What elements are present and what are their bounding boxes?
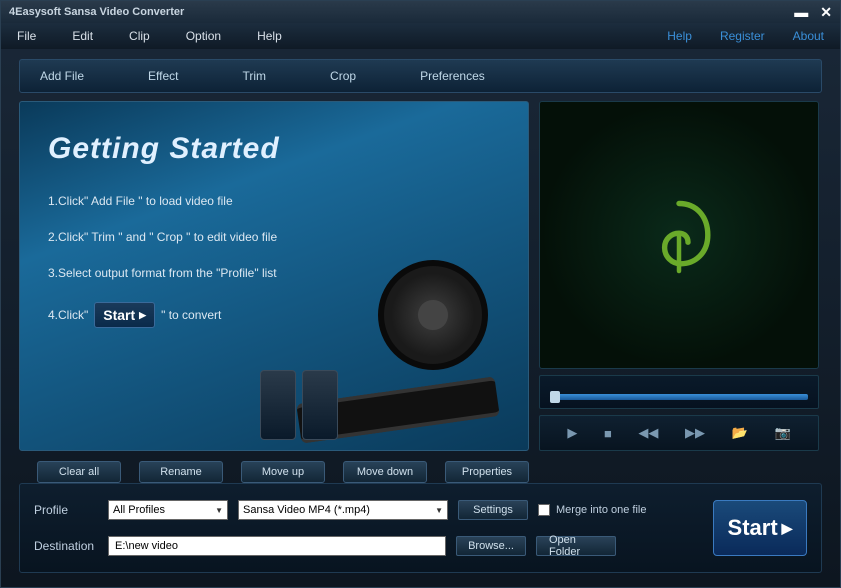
menu-help[interactable]: Help [257, 29, 282, 43]
getting-started-panel: Getting Started 1.Click" Add File " to l… [19, 101, 529, 451]
open-folder-button[interactable]: Open Folder [536, 536, 616, 556]
toolbar: Add File Effect Trim Crop Preferences [19, 59, 822, 93]
rename-button[interactable]: Rename [139, 461, 223, 483]
link-register[interactable]: Register [720, 29, 765, 43]
destination-field[interactable]: E:\new video [108, 536, 446, 556]
preview-screen [539, 101, 819, 369]
progress-thumb[interactable] [550, 391, 560, 403]
bottom-panel: Profile All Profiles Sansa Video MP4 (*.… [19, 483, 822, 573]
titlebar: 4Easysoft Sansa Video Converter ▬ ✕ [1, 1, 840, 23]
browse-button[interactable]: Browse... [456, 536, 526, 556]
clear-all-button[interactable]: Clear all [37, 461, 121, 483]
merge-label: Merge into one file [556, 504, 647, 516]
toolbar-crop[interactable]: Crop [330, 69, 356, 83]
destination-label: Destination [34, 539, 98, 553]
start-button[interactable]: Start [713, 500, 807, 556]
preview-panel: ▶ ■ ◀◀ ▶▶ 📂 📷 [539, 101, 819, 451]
app-window: 4Easysoft Sansa Video Converter ▬ ✕ File… [0, 0, 841, 588]
stop-icon[interactable]: ■ [604, 426, 612, 441]
toolbar-effect[interactable]: Effect [148, 69, 178, 83]
merge-checkbox-wrap[interactable]: Merge into one file [538, 504, 647, 516]
close-icon[interactable]: ✕ [820, 4, 832, 21]
menubar: File Edit Clip Option Help Help Register… [1, 23, 840, 49]
prev-icon[interactable]: ◀◀ [638, 425, 658, 441]
player-controls: ▶ ■ ◀◀ ▶▶ 📂 📷 [539, 415, 819, 451]
start-inline-button[interactable]: Start [94, 302, 155, 328]
properties-button[interactable]: Properties [445, 461, 529, 483]
progress-slider[interactable] [550, 394, 808, 400]
menu-clip[interactable]: Clip [129, 29, 150, 43]
logo-icon [634, 190, 724, 280]
merge-checkbox[interactable] [538, 504, 550, 516]
profile-format-dropdown[interactable]: Sansa Video MP4 (*.mp4) [238, 500, 448, 520]
menu-option[interactable]: Option [186, 29, 221, 43]
devices-graphic [260, 370, 338, 440]
menu-file[interactable]: File [17, 29, 36, 43]
progress-area [539, 375, 819, 409]
getting-started-title: Getting Started [48, 132, 500, 166]
film-reel-graphic [338, 250, 518, 430]
menu-edit[interactable]: Edit [72, 29, 93, 43]
minimize-icon[interactable]: ▬ [794, 4, 808, 21]
move-up-button[interactable]: Move up [241, 461, 325, 483]
move-down-button[interactable]: Move down [343, 461, 427, 483]
settings-button[interactable]: Settings [458, 500, 528, 520]
link-help[interactable]: Help [667, 29, 692, 43]
list-buttons-row: Clear all Rename Move up Move down Prope… [37, 461, 529, 483]
window-title: 4Easysoft Sansa Video Converter [9, 6, 184, 18]
profile-label: Profile [34, 503, 98, 517]
toolbar-trim[interactable]: Trim [243, 69, 267, 83]
profile-group-dropdown[interactable]: All Profiles [108, 500, 228, 520]
next-icon[interactable]: ▶▶ [685, 425, 705, 441]
snapshot-icon[interactable]: 📷 [774, 425, 790, 441]
link-about[interactable]: About [793, 29, 824, 43]
toolbar-preferences[interactable]: Preferences [420, 69, 485, 83]
toolbar-add-file[interactable]: Add File [40, 69, 84, 83]
open-icon[interactable]: 📂 [732, 425, 748, 441]
step-2: 2.Click" Trim " and " Crop " to edit vid… [48, 230, 500, 244]
step-1: 1.Click" Add File " to load video file [48, 194, 500, 208]
play-icon[interactable]: ▶ [567, 425, 577, 441]
